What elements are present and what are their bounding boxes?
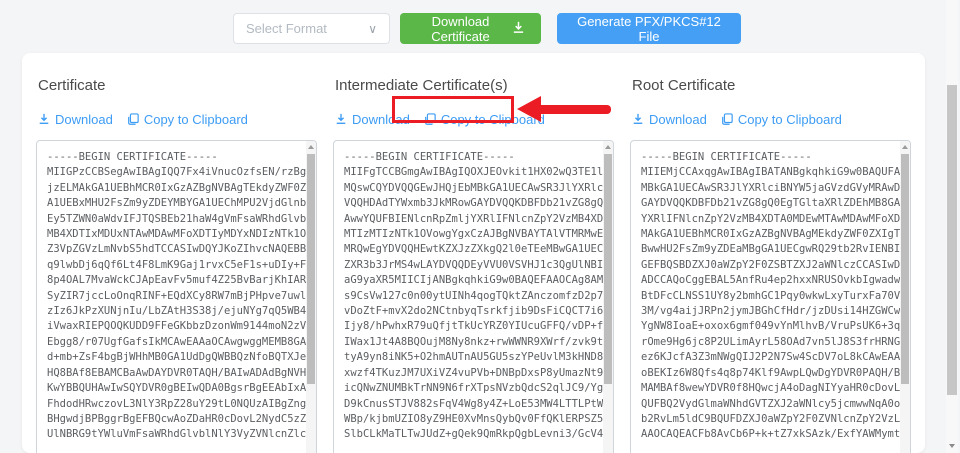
textarea-scrollbar[interactable]: [306, 141, 316, 453]
scrollbar-thumb[interactable]: [901, 154, 909, 384]
certificate-textarea[interactable]: -----BEGIN CERTIFICATE----- MIIEMjCCAxqg…: [630, 140, 911, 453]
copy-to-clipboard-link[interactable]: Copy to Clipboard: [127, 112, 248, 127]
generate-pfx-button-label: Generate PFX/PKCS#12 File: [573, 14, 725, 44]
download-certificate-button-label: Download Certificate: [416, 14, 505, 44]
scrollbar-thumb[interactable]: [604, 154, 612, 384]
panel-certificate: Certificate Download Copy to Clipboard -…: [36, 69, 317, 453]
copy-to-clipboard-link[interactable]: Copy to Clipboard: [721, 112, 842, 127]
copy-link-label: Copy to Clipboard: [738, 112, 842, 127]
download-icon: [632, 113, 644, 125]
page-scrollbar[interactable]: [946, 0, 958, 453]
download-icon: [335, 113, 347, 125]
panel-title: Intermediate Certificate(s): [335, 77, 614, 94]
format-select-placeholder: Select Format: [246, 21, 327, 36]
download-certificate-button[interactable]: Download Certificate: [400, 13, 541, 44]
copy-link-label: Copy to Clipboard: [144, 112, 248, 127]
format-select[interactable]: Select Format ∨: [233, 13, 390, 44]
chevron-down-icon: ∨: [368, 22, 377, 36]
scroll-up-arrow-icon[interactable]: [902, 145, 908, 149]
clipboard-icon: [127, 113, 139, 126]
download-link-label: Download: [55, 112, 113, 127]
download-link-label: Download: [649, 112, 707, 127]
clipboard-icon: [721, 113, 733, 126]
annotation-arrow-icon: [517, 96, 541, 122]
generate-pfx-button[interactable]: Generate PFX/PKCS#12 File: [557, 13, 741, 44]
textarea-scrollbar[interactable]: [900, 141, 910, 453]
scroll-up-arrow-icon[interactable]: [308, 145, 314, 149]
panel-title: Certificate: [38, 77, 317, 94]
download-icon: [512, 21, 525, 37]
download-icon: [38, 113, 50, 125]
scroll-up-arrow-icon[interactable]: [605, 145, 611, 149]
page-scrollbar-thumb[interactable]: [947, 85, 957, 395]
scrollbar-thumb[interactable]: [307, 154, 315, 384]
download-link[interactable]: Download: [38, 112, 113, 127]
certificate-textarea[interactable]: -----BEGIN CERTIFICATE----- MIIGPzCCBSeg…: [36, 140, 317, 453]
panel-title: Root Certificate: [632, 77, 911, 94]
annotation-highlight-box: [392, 96, 514, 123]
download-link[interactable]: Download: [632, 112, 707, 127]
panel-intermediate-certificate: Intermediate Certificate(s) Download Cop…: [333, 69, 614, 453]
textarea-scrollbar[interactable]: [603, 141, 613, 453]
certificate-textarea[interactable]: -----BEGIN CERTIFICATE----- MIIFgTCCBGmg…: [333, 140, 614, 453]
annotation-arrow-shaft: [539, 105, 611, 114]
panel-root-certificate: Root Certificate Download Copy to Clipbo…: [630, 69, 911, 453]
scroll-down-arrow-icon[interactable]: [949, 444, 955, 448]
